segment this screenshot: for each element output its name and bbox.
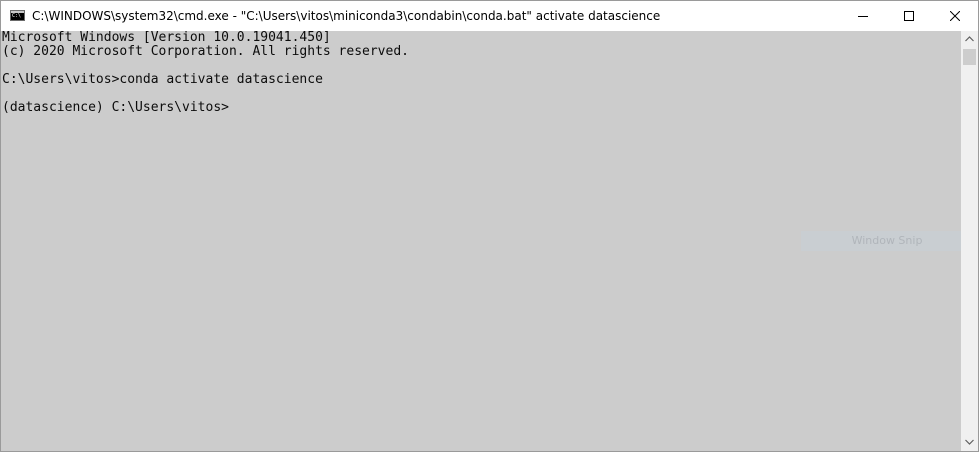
console-line-version: Microsoft Windows [Version 10.0.19041.45… [2, 31, 331, 45]
cmd-icon[interactable]: C:\ [10, 10, 25, 21]
scroll-thumb[interactable] [963, 49, 976, 65]
vertical-scrollbar[interactable] [961, 31, 978, 451]
console-prompt[interactable]: (datascience) C:\Users\vitos> [2, 101, 229, 115]
close-button[interactable] [932, 1, 978, 31]
console-line-copyright: (c) 2020 Microsoft Corporation. All righ… [2, 44, 409, 59]
window-title: C:\WINDOWS\system32\cmd.exe - "C:\Users\… [32, 9, 661, 23]
minimize-button[interactable] [840, 1, 886, 31]
scroll-down-button[interactable] [961, 434, 978, 451]
scroll-up-button[interactable] [961, 31, 978, 48]
console-output[interactable]: Microsoft Windows [Version 10.0.19041.45… [1, 31, 961, 451]
window-snip-overlay: Window Snip [801, 231, 961, 251]
close-icon [950, 11, 960, 21]
maximize-button[interactable] [886, 1, 932, 31]
minimize-icon [858, 16, 868, 17]
cmd-window: C:\ C:\WINDOWS\system32\cmd.exe - "C:\Us… [0, 0, 979, 452]
chevron-down-icon [965, 439, 974, 445]
console-line-command: C:\Users\vitos>conda activate datascienc… [2, 72, 323, 87]
title-bar[interactable]: C:\ C:\WINDOWS\system32\cmd.exe - "C:\Us… [1, 1, 978, 31]
maximize-icon [904, 11, 914, 21]
cmd-icon-prompt: C:\ [12, 13, 22, 19]
chevron-up-icon [965, 36, 974, 42]
